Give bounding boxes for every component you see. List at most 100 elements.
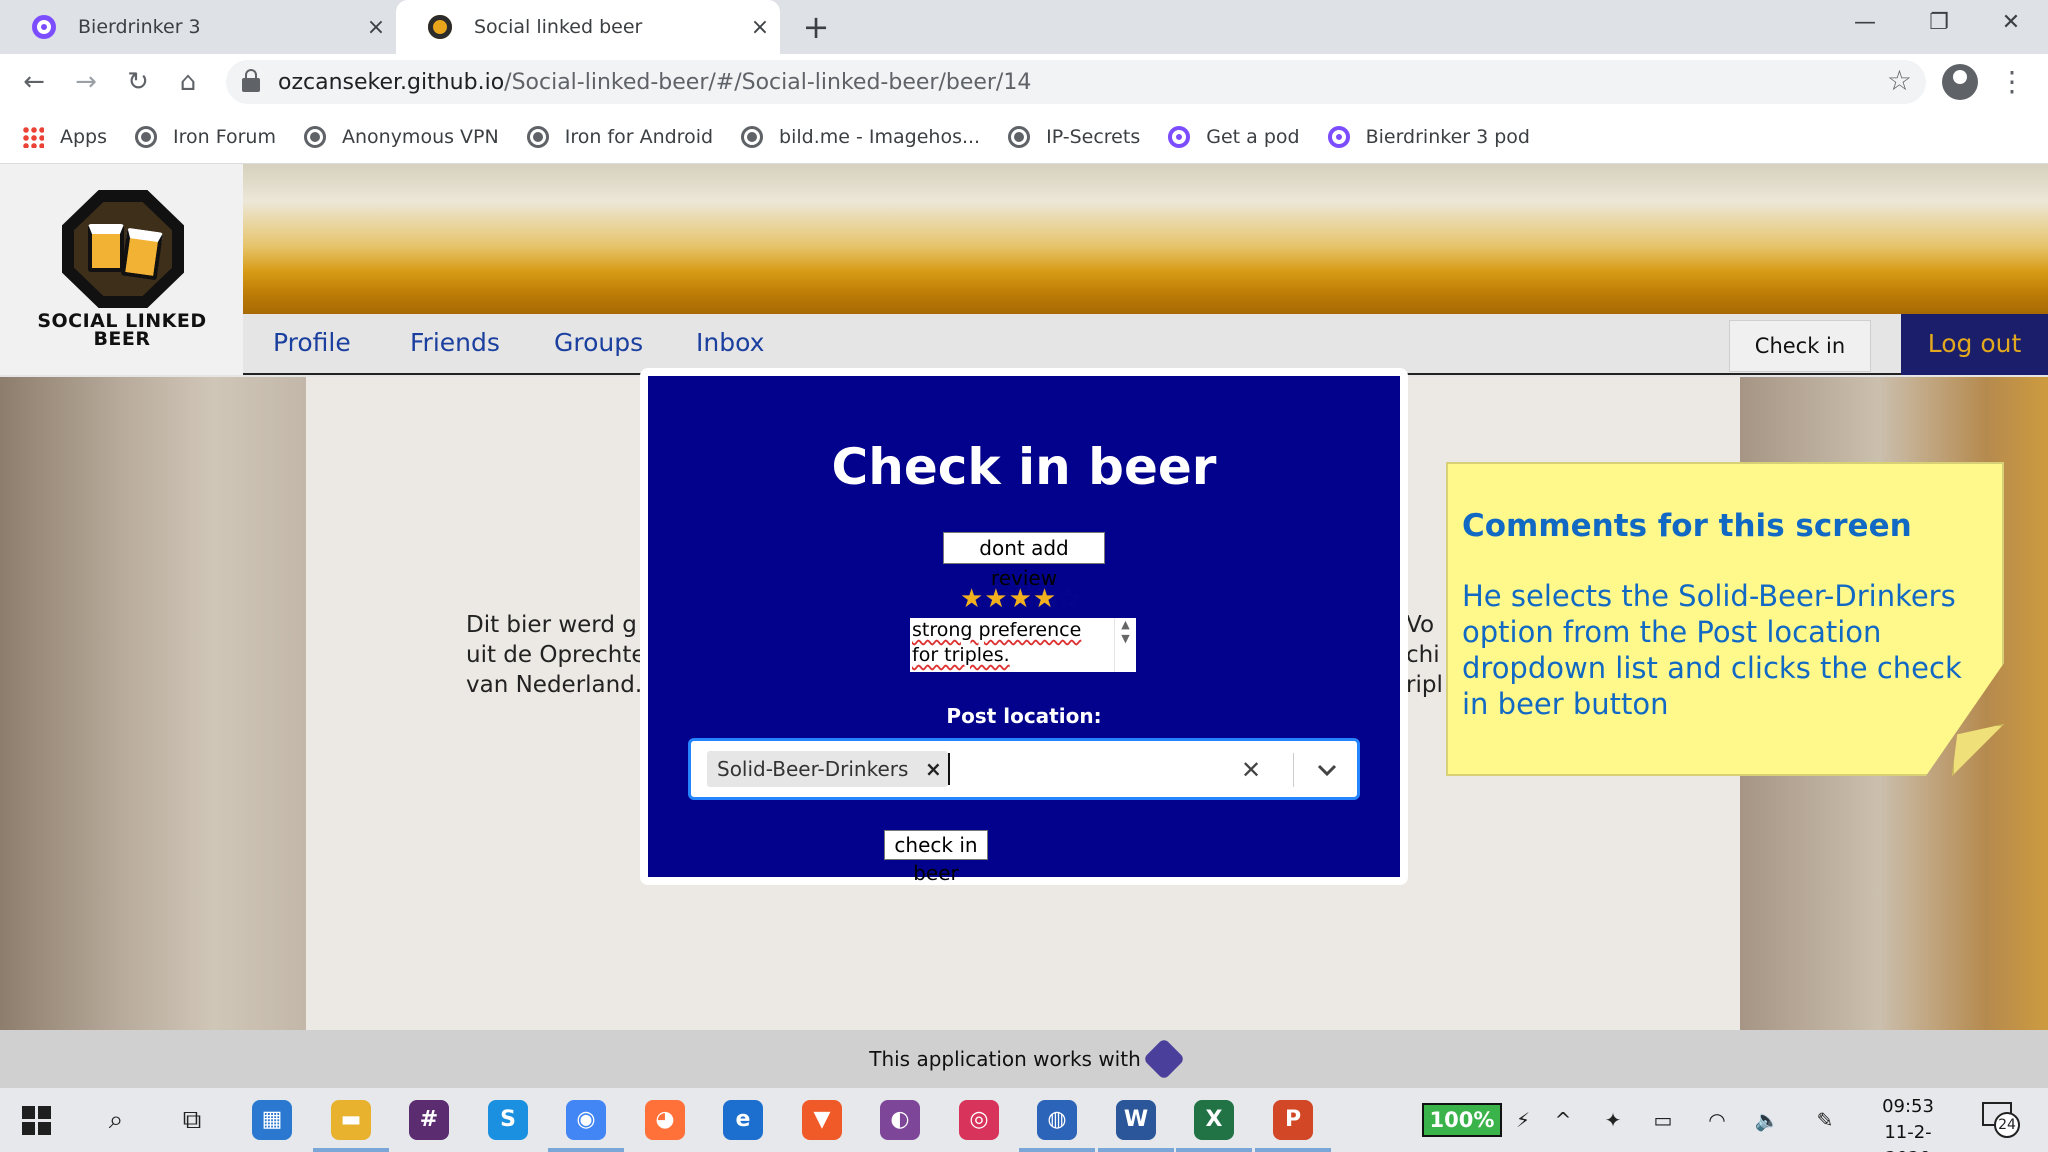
chrome-taskbar-icon[interactable]: ◉ bbox=[566, 1100, 606, 1140]
battery-indicator[interactable]: 100% bbox=[1422, 1103, 1502, 1137]
power-plug-icon[interactable]: ⚡ bbox=[1506, 1104, 1540, 1136]
comment-sticky-note: Comments for this screen He selects the … bbox=[1446, 462, 2004, 776]
reload-icon[interactable]: ↻ bbox=[118, 62, 158, 102]
bookmark-label: bild.me - Imagehos... bbox=[779, 125, 981, 148]
bookmark-iron-android[interactable]: Iron for Android bbox=[526, 125, 713, 148]
chevron-up-icon[interactable]: ^ bbox=[1546, 1104, 1580, 1136]
select-separator bbox=[1293, 753, 1294, 787]
close-tab-icon[interactable]: × bbox=[356, 15, 396, 40]
nav-inbox[interactable]: Inbox bbox=[696, 328, 764, 357]
globe-icon bbox=[1008, 125, 1031, 148]
site-logo[interactable]: SOCIAL LINKED BEER bbox=[0, 164, 243, 375]
nav-profile[interactable]: Profile bbox=[273, 328, 351, 357]
tor-taskbar-icon[interactable]: ◐ bbox=[880, 1100, 920, 1140]
brave-taskbar-icon[interactable]: ▼ bbox=[802, 1100, 842, 1140]
volume-icon[interactable]: 🔈 bbox=[1750, 1104, 1784, 1136]
store-taskbar-icon[interactable]: ▦ bbox=[252, 1100, 292, 1140]
edge-taskbar-icon[interactable]: e bbox=[723, 1100, 763, 1140]
home-icon[interactable]: ⌂ bbox=[168, 62, 208, 102]
note-body: He selects the Solid-Beer-Drinkers optio… bbox=[1462, 579, 1962, 721]
bookmark-label: Anonymous VPN bbox=[341, 125, 499, 148]
nav-groups[interactable]: Groups bbox=[554, 328, 643, 357]
check-in-beer-nav-button[interactable]: Check in beer bbox=[1729, 320, 1871, 408]
bookmark-apps[interactable]: Apps bbox=[22, 125, 107, 148]
bookmark-bild-me[interactable]: bild.me - Imagehos... bbox=[741, 125, 981, 148]
beer-description-right: Vo chi ripl bbox=[1406, 612, 1443, 698]
url-path: /Social-linked-beer/#/Social-linked-beer… bbox=[504, 69, 1032, 95]
modal-title: Check in beer bbox=[831, 438, 1217, 496]
selected-option-chip: Solid-Beer-Drinkers × bbox=[707, 751, 949, 787]
clear-selection-icon[interactable]: ✕ bbox=[1231, 751, 1271, 789]
usb-device-icon[interactable]: ▭ bbox=[1646, 1104, 1680, 1136]
notifications-icon[interactable]: 24 bbox=[1982, 1102, 2020, 1138]
submit-check-in-button[interactable]: check in beer bbox=[884, 830, 988, 885]
dont-add-review-button[interactable]: dont add review bbox=[943, 532, 1105, 590]
file-explorer-taskbar-icon[interactable]: ▬ bbox=[331, 1100, 371, 1140]
lock-icon bbox=[242, 69, 260, 92]
task-view-icon[interactable]: ⧉ bbox=[170, 1098, 214, 1142]
profile-avatar-icon[interactable] bbox=[1942, 64, 1978, 100]
excel-taskbar-icon[interactable]: X bbox=[1194, 1100, 1234, 1140]
post-location-label: Post location: bbox=[946, 704, 1102, 728]
running-app-indicator bbox=[1176, 1148, 1252, 1152]
wifi-icon[interactable]: ◠ bbox=[1700, 1104, 1734, 1136]
powerpoint-taskbar-icon[interactable]: P bbox=[1273, 1100, 1313, 1140]
review-textarea[interactable]: strong preference for triples. ▲ ▼ bbox=[910, 618, 1136, 672]
apps-grid-icon bbox=[22, 125, 44, 148]
note-title: Comments for this screen bbox=[1462, 508, 1912, 544]
firefox-taskbar-icon[interactable]: ◕ bbox=[645, 1100, 685, 1140]
logo-text: SOCIAL LINKED BEER bbox=[37, 310, 207, 350]
skype-taskbar-icon[interactable]: S bbox=[488, 1100, 528, 1140]
textarea-scrollbar[interactable]: ▲ ▼ bbox=[1114, 618, 1136, 672]
bookmark-bierdrinker-pod[interactable]: Bierdrinker 3 pod bbox=[1327, 125, 1530, 148]
pen-icon[interactable]: ✎ bbox=[1808, 1104, 1842, 1136]
dropbox-icon[interactable]: ✦ bbox=[1596, 1104, 1630, 1136]
restore-button[interactable]: ❐ bbox=[1902, 0, 1976, 46]
browser-tab-strip: Bierdrinker 3 × Social linked beer × + —… bbox=[0, 0, 2048, 54]
system-clock[interactable]: 09:53 11-2-2020 bbox=[1862, 1094, 1954, 1152]
post-location-select[interactable]: Solid-Beer-Drinkers × ✕ bbox=[688, 738, 1360, 800]
word-taskbar-icon[interactable]: W bbox=[1116, 1100, 1156, 1140]
back-arrow-icon[interactable]: ← bbox=[14, 62, 54, 102]
browser-menu-icon[interactable]: ⋮ bbox=[1996, 62, 2028, 102]
notification-count: 24 bbox=[1994, 1112, 2020, 1138]
tab-title: Social linked beer bbox=[474, 16, 643, 38]
minimize-button[interactable]: — bbox=[1828, 0, 1902, 46]
bookmark-ip-secrets[interactable]: IP-Secrets bbox=[1008, 125, 1140, 148]
tab-social-linked-beer[interactable]: Social linked beer × bbox=[396, 0, 780, 54]
globe-icon bbox=[526, 125, 549, 148]
beer-description-left: Dit bier werd g uit de Oprechte van Nede… bbox=[466, 612, 646, 698]
bookmark-get-a-pod[interactable]: Get a pod bbox=[1168, 125, 1300, 148]
close-tab-icon[interactable]: × bbox=[740, 15, 780, 40]
slack-taskbar-icon[interactable]: # bbox=[409, 1100, 449, 1140]
address-bar[interactable]: ozcanseker.github.io/Social-linked-beer/… bbox=[226, 60, 1926, 104]
logout-button[interactable]: Log out bbox=[1901, 314, 2048, 375]
new-tab-button[interactable]: + bbox=[796, 7, 836, 47]
text-cursor bbox=[948, 753, 950, 785]
remove-option-icon[interactable]: × bbox=[918, 757, 948, 781]
search-icon[interactable]: ⌕ bbox=[94, 1098, 138, 1142]
app-globe-taskbar-icon[interactable]: ◍ bbox=[1037, 1100, 1077, 1140]
bookmark-anonymous-vpn[interactable]: Anonymous VPN bbox=[303, 125, 499, 148]
footer-text: This application works with bbox=[869, 1047, 1141, 1071]
solid-pod-icon bbox=[1327, 125, 1350, 148]
chevron-down-icon[interactable] bbox=[1303, 751, 1351, 789]
nav-friends[interactable]: Friends bbox=[410, 328, 500, 357]
beer-mugs-logo-icon bbox=[62, 190, 184, 308]
bookmark-iron-forum[interactable]: Iron Forum bbox=[135, 125, 276, 148]
tab-title: Bierdrinker 3 bbox=[78, 16, 201, 38]
globe-icon bbox=[741, 125, 764, 148]
rating-empty-star: ★ bbox=[1057, 584, 1082, 614]
windows-start-icon[interactable] bbox=[18, 1098, 62, 1142]
bookmark-star-icon[interactable]: ☆ bbox=[1887, 64, 1912, 97]
running-app-indicator bbox=[1019, 1148, 1095, 1152]
forward-arrow-icon[interactable]: → bbox=[66, 62, 106, 102]
tab-bierdrinker[interactable]: Bierdrinker 3 × bbox=[0, 0, 396, 54]
star-rating[interactable]: ★★★★★ bbox=[960, 584, 1082, 614]
app-swirl-taskbar-icon[interactable]: ◎ bbox=[959, 1100, 999, 1140]
check-in-modal: Check in beer dont add review ★★★★★ stro… bbox=[640, 368, 1408, 885]
running-app-indicator bbox=[548, 1148, 624, 1152]
beer-logo-icon bbox=[428, 15, 452, 39]
close-window-button[interactable]: ✕ bbox=[1974, 0, 2048, 46]
solid-logo-icon[interactable] bbox=[1142, 1037, 1185, 1081]
